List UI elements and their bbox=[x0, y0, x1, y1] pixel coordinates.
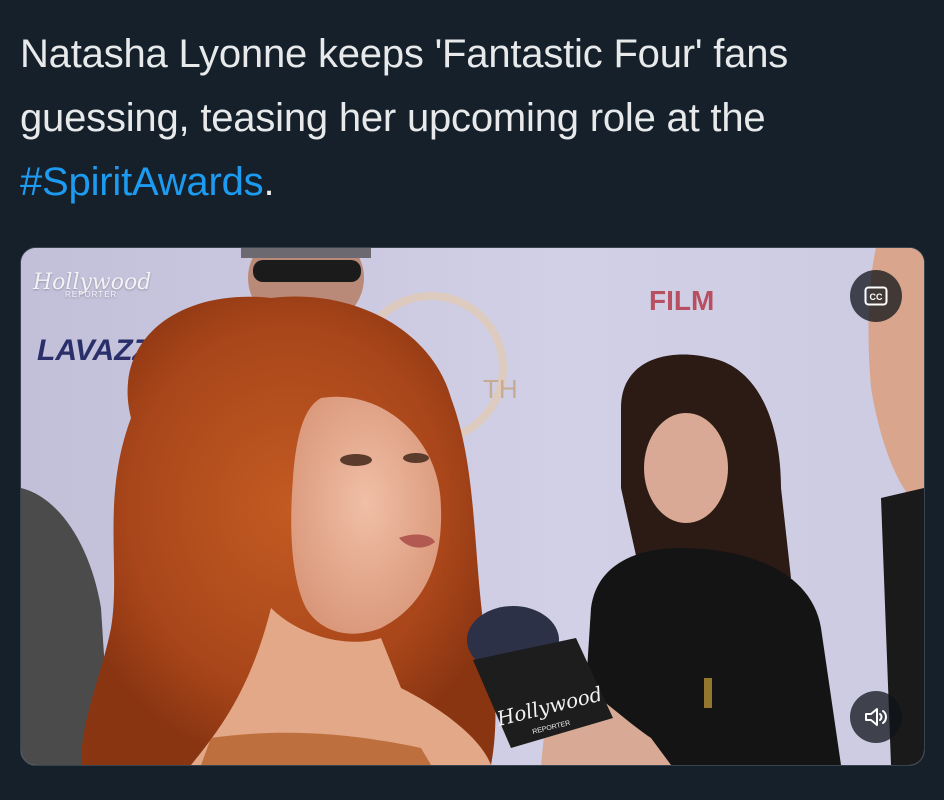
closed-captions-icon: CC bbox=[864, 286, 888, 306]
tweet-text-body: Natasha Lyonne keeps 'Fantastic Four' fa… bbox=[20, 32, 789, 140]
speaker-icon bbox=[865, 708, 887, 726]
watermark-sub: REPORTER bbox=[65, 290, 118, 299]
hollywood-reporter-watermark: Hollywood REPORTER bbox=[33, 270, 151, 299]
closed-captions-button[interactable]: CC bbox=[850, 270, 902, 322]
tweet-text: Natasha Lyonne keeps 'Fantastic Four' fa… bbox=[20, 22, 920, 214]
embedded-video[interactable]: LAVAZZA FILM TH Hollywood REPORTER Holly… bbox=[20, 247, 925, 766]
backdrop-film-text: FILM bbox=[649, 285, 714, 316]
hashtag-link[interactable]: #SpiritAwards bbox=[20, 160, 264, 204]
mute-toggle-button[interactable] bbox=[850, 691, 902, 743]
tweet-text-end: . bbox=[263, 160, 275, 204]
cc-label: CC bbox=[870, 292, 883, 302]
video-frame[interactable]: LAVAZZA FILM TH Hollywood REPORTER bbox=[21, 248, 924, 765]
backdrop-th-text: TH bbox=[483, 374, 518, 404]
